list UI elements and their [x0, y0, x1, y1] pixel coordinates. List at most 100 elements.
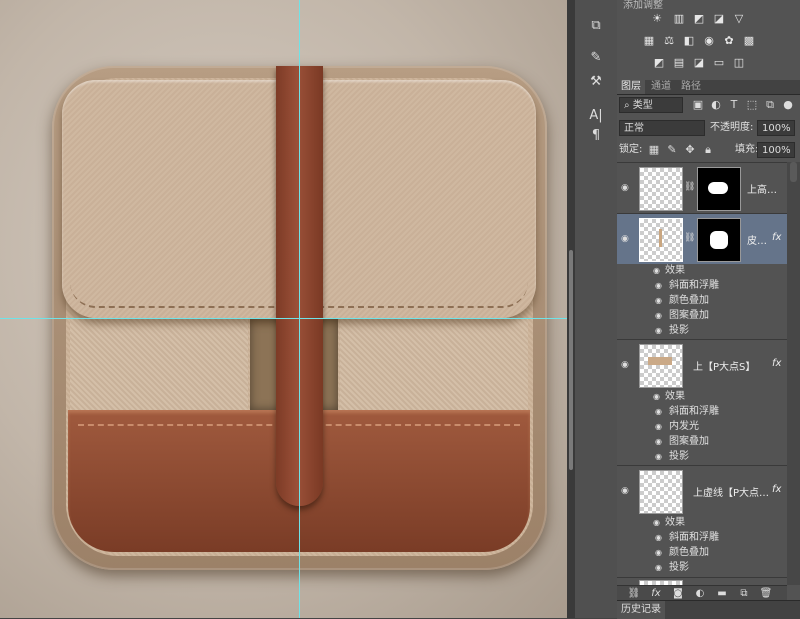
vibrance-icon[interactable]: ▽ — [731, 12, 747, 26]
effects-group[interactable]: ◉ 效果 — [617, 263, 787, 278]
smart-filter-icon[interactable]: ⧉ — [763, 98, 777, 112]
adjustment-icon[interactable]: ◐ — [693, 586, 707, 601]
effect-item[interactable]: ◉ 图案叠加 — [617, 434, 787, 449]
posterize-icon[interactable]: ▤ — [671, 56, 687, 70]
lock-position-icon[interactable]: ✥ — [683, 143, 697, 157]
gradient-map-icon[interactable]: ▭ — [711, 56, 727, 70]
shape-filter-icon[interactable]: ⬚ — [745, 98, 759, 112]
effect-label: 颜色叠加 — [669, 295, 709, 306]
effect-item[interactable]: ◉ 投影 — [617, 449, 787, 464]
visibility-eye-icon[interactable]: ◉ — [621, 234, 633, 244]
effect-label: 投影 — [669, 451, 689, 462]
brightness-icon[interactable]: ☀ — [649, 12, 665, 26]
eye-icon[interactable]: ◉ — [655, 560, 662, 575]
eye-icon[interactable]: ◉ — [655, 404, 662, 419]
channel-mixer-icon[interactable]: ✿ — [721, 34, 737, 48]
pixel-filter-icon[interactable]: ▣ — [691, 98, 705, 112]
tab-layers[interactable]: 图层 — [617, 80, 645, 94]
eye-icon[interactable]: ◉ — [655, 545, 662, 560]
effect-item[interactable]: ◉ 投影 — [617, 560, 787, 575]
effect-item[interactable]: ◉ 斜面和浮雕 — [617, 530, 787, 545]
visibility-eye-icon[interactable]: ◉ — [621, 486, 633, 496]
right-pocket — [340, 318, 528, 410]
photo-filter-icon[interactable]: ◉ — [701, 34, 717, 48]
effects-group[interactable]: ◉ 效果 — [617, 389, 787, 404]
fx-badge[interactable]: fx — [772, 232, 781, 243]
eye-icon[interactable]: ◉ — [655, 308, 662, 323]
history-brush-icon[interactable]: ⧉ — [586, 16, 606, 36]
group-icon[interactable]: ▬ — [715, 586, 729, 601]
eye-icon[interactable]: ◉ — [655, 323, 662, 338]
layer-name[interactable]: 上【P大点S】 — [693, 358, 755, 373]
selective-color-icon[interactable]: ◫ — [731, 56, 747, 70]
hue-icon[interactable]: ▦ — [641, 34, 657, 48]
lookup-icon[interactable]: ▩ — [741, 34, 757, 48]
tab-paths[interactable]: 路径 — [677, 80, 705, 94]
opacity-label: 不透明度: — [710, 122, 754, 133]
layer-name[interactable]: 皮… — [747, 232, 767, 247]
layer-row-active[interactable]: ◉ ⛓ 皮… fx — [617, 213, 787, 264]
tool-preset-icon[interactable]: ⚒ — [586, 72, 606, 92]
eye-icon[interactable]: ◉ — [653, 515, 660, 530]
effect-item[interactable]: ◉ 投影 — [617, 323, 787, 338]
layers-scrollbar[interactable] — [787, 162, 800, 585]
filter-toggle-icon[interactable]: ● — [781, 98, 795, 112]
eye-icon[interactable]: ◉ — [653, 263, 660, 278]
canvas-scrollbar[interactable] — [567, 0, 575, 618]
tab-channels[interactable]: 通道 — [647, 80, 675, 94]
vertical-guide[interactable] — [299, 0, 300, 618]
effect-item[interactable]: ◉ 斜面和浮雕 — [617, 278, 787, 293]
curves-icon[interactable]: ◩ — [691, 12, 707, 26]
effect-item[interactable]: ◉ 斜面和浮雕 — [617, 404, 787, 419]
lock-label: 锁定: — [619, 144, 643, 155]
character-icon[interactable]: A| — [586, 106, 606, 126]
brush-preset-icon[interactable]: ✎ — [586, 48, 606, 68]
eye-icon[interactable]: ◉ — [653, 389, 660, 404]
trash-icon[interactable]: 🗑︎ — [759, 586, 773, 601]
invert-icon[interactable]: ◩ — [651, 56, 667, 70]
effect-item[interactable]: ◉ 内发光 — [617, 419, 787, 434]
lock-all-icon[interactable]: 🔒︎ — [701, 143, 715, 157]
eye-icon[interactable]: ◉ — [655, 278, 662, 293]
bw-icon[interactable]: ◧ — [681, 34, 697, 48]
fx-badge[interactable]: fx — [772, 358, 781, 369]
fx-badge[interactable]: fx — [772, 484, 781, 495]
horizontal-guide[interactable] — [0, 318, 567, 319]
blend-mode-select[interactable]: 正常 — [619, 120, 705, 136]
layer-name[interactable]: 上虚线【P大点… — [693, 484, 769, 499]
fx-icon[interactable]: fx — [649, 586, 663, 601]
visibility-eye-icon[interactable]: ◉ — [621, 360, 633, 370]
type-filter-icon[interactable]: T — [727, 98, 741, 112]
threshold-icon[interactable]: ◪ — [691, 56, 707, 70]
tab-history[interactable]: 历史记录 — [617, 601, 665, 619]
color-balance-icon[interactable]: ⚖ — [661, 34, 677, 48]
effects-group[interactable]: ◉ 效果 — [617, 515, 787, 530]
eye-icon[interactable]: ◉ — [655, 530, 662, 545]
link-icon[interactable]: ⛓ — [627, 586, 641, 601]
eye-icon[interactable]: ◉ — [655, 419, 662, 434]
effect-item[interactable]: ◉ 颜色叠加 — [617, 293, 787, 308]
exposure-icon[interactable]: ◪ — [711, 12, 727, 26]
eye-icon[interactable]: ◉ — [655, 449, 662, 464]
new-layer-icon[interactable]: ⧉ — [737, 586, 751, 601]
mask-icon[interactable]: ◙ — [671, 586, 685, 601]
layer-row[interactable]: ◉ 上虚线【P大点… fx — [617, 465, 787, 516]
effect-item[interactable]: ◉ 颜色叠加 — [617, 545, 787, 560]
paragraph-icon[interactable]: ¶ — [586, 126, 606, 146]
opacity-input[interactable]: 100% — [757, 120, 795, 136]
effect-item[interactable]: ◉ 图案叠加 — [617, 308, 787, 323]
fill-input[interactable]: 100% — [757, 142, 795, 158]
layer-row[interactable]: ◉ 上【P大点S】 fx — [617, 339, 787, 390]
adjustment-filter-icon[interactable]: ◐ — [709, 98, 723, 112]
eye-icon[interactable]: ◉ — [655, 293, 662, 308]
lock-pixels-icon[interactable]: ✎ — [665, 143, 679, 157]
lock-transparency-icon[interactable]: ▦ — [647, 143, 661, 157]
visibility-eye-icon[interactable]: ◉ — [621, 183, 633, 193]
document-canvas[interactable] — [0, 0, 567, 618]
filter-type-select[interactable]: ⌕ 类型 — [619, 97, 683, 113]
layer-name[interactable]: 上高… — [747, 181, 777, 196]
filter-type-label: 类型 — [632, 100, 653, 111]
eye-icon[interactable]: ◉ — [655, 434, 662, 449]
levels-icon[interactable]: ▥ — [671, 12, 687, 26]
layer-row[interactable]: ◉ ⛓ 上高… — [617, 162, 787, 213]
